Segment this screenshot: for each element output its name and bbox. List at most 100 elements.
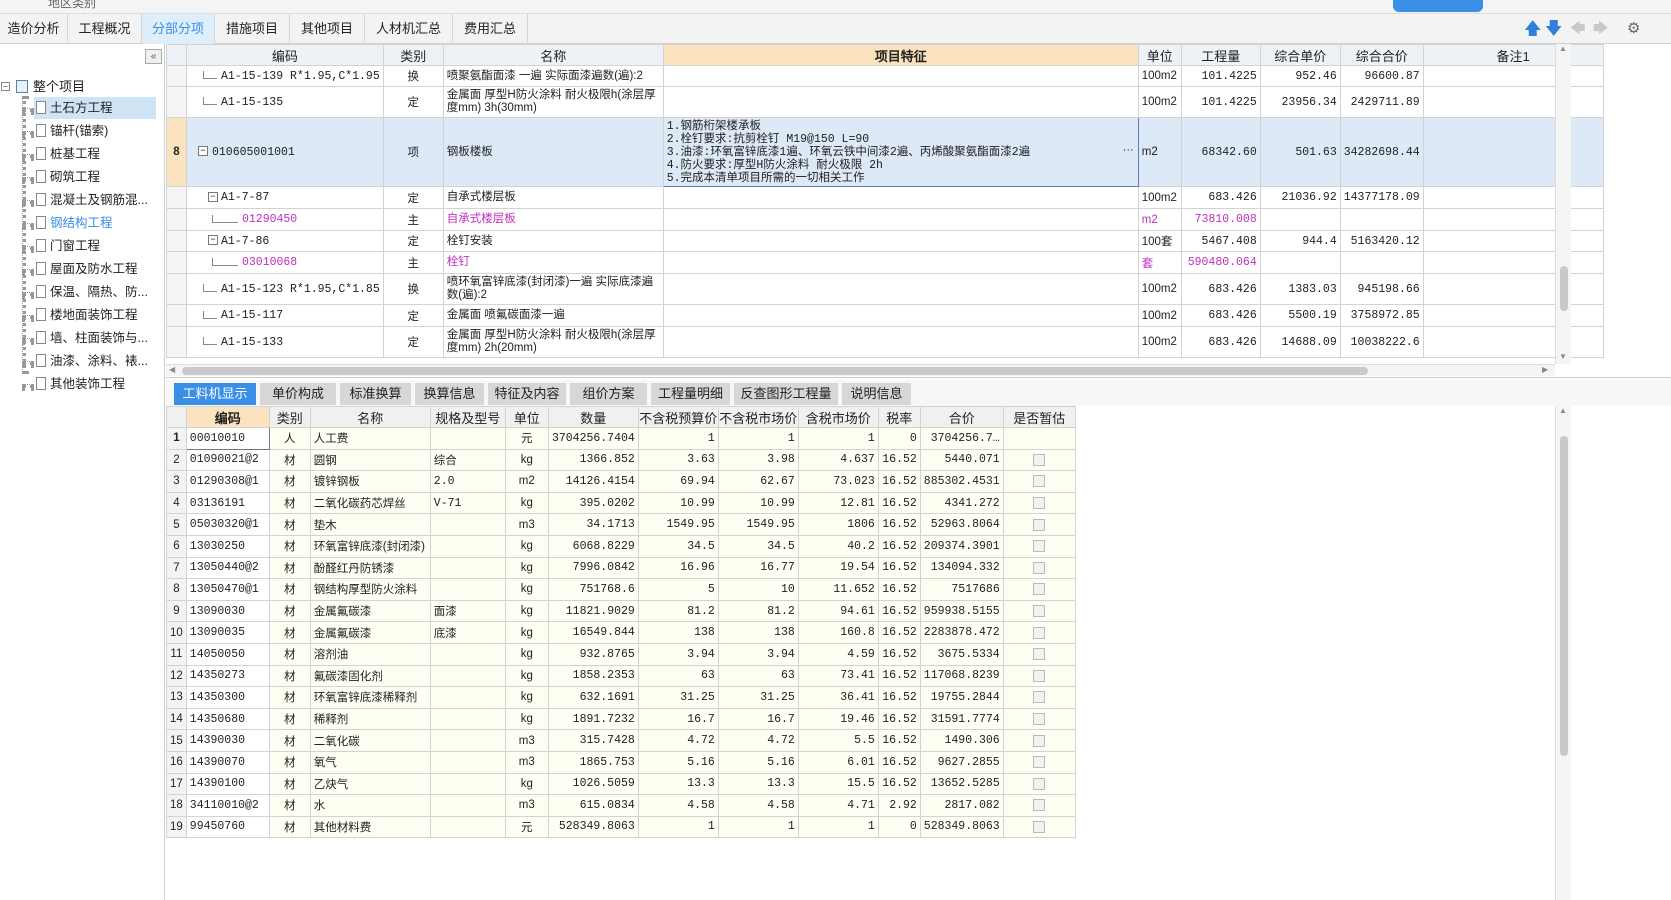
amount-cell[interactable]: 134094.332 xyxy=(919,556,1004,580)
amount-cell[interactable]: 3675.5334 xyxy=(919,642,1004,666)
feature-cell[interactable] xyxy=(662,186,1139,209)
unit-cell[interactable]: 100m2 xyxy=(1137,326,1182,358)
tax-market-price-cell[interactable]: 73.41 xyxy=(797,664,879,688)
unit-cell[interactable]: kg xyxy=(504,642,549,666)
tax-rate-cell[interactable]: 16.52 xyxy=(877,707,921,731)
provisional-cell[interactable] xyxy=(1002,686,1076,709)
amount-cell[interactable]: 209374.3901 xyxy=(919,534,1004,558)
main-tab[interactable]: 其他项目 xyxy=(290,14,365,44)
item-table-vertical-scrollbar[interactable]: ▲ ▼ xyxy=(1555,44,1571,364)
amount-cell[interactable]: 2817.082 xyxy=(919,794,1004,817)
column-header[interactable]: 综合合价 xyxy=(1339,44,1424,66)
market-price-cell[interactable]: 5.16 xyxy=(717,750,799,774)
tax-market-price-cell[interactable]: 160.8 xyxy=(797,621,879,644)
spec-cell[interactable]: 面漆 xyxy=(429,599,506,623)
provisional-checkbox[interactable] xyxy=(1033,691,1046,704)
spec-cell[interactable] xyxy=(429,664,506,688)
name-cell[interactable]: 钢板楼板 xyxy=(442,117,664,187)
unit-cell[interactable]: m3 xyxy=(504,794,549,817)
amount-cell[interactable]: 2283878.472 xyxy=(919,621,1004,644)
name-cell[interactable]: 圆钢 xyxy=(309,448,431,472)
quantity-cell[interactable]: 528349.8063 xyxy=(547,815,639,839)
amount-cell[interactable]: 19755.2844 xyxy=(919,686,1004,709)
market-price-cell[interactable]: 63 xyxy=(717,664,799,688)
quota-row[interactable]: A1-15-135 定金属面 厚型H防火涂料 耐火极限h(涂层厚度mm) 3h(3… xyxy=(166,86,1604,118)
provisional-checkbox[interactable] xyxy=(1033,820,1046,833)
type-cell[interactable]: 人 xyxy=(268,427,311,450)
provisional-checkbox[interactable] xyxy=(1033,518,1046,531)
main-tab[interactable]: 工程概况 xyxy=(68,14,142,44)
code-cell[interactable]: 34110010@2 xyxy=(185,794,270,817)
unit-cell[interactable]: kg xyxy=(504,707,549,731)
type-cell[interactable]: 定 xyxy=(382,86,444,118)
tax-rate-cell[interactable]: 16.52 xyxy=(877,578,921,601)
resource-row[interactable]: 6 13030250 材环氧富锌底漆(封闭漆) kg 6068.8229 34.5 34.5… xyxy=(166,534,1076,558)
tax-rate-cell[interactable]: 16.52 xyxy=(877,599,921,623)
provisional-checkbox[interactable] xyxy=(1033,475,1046,488)
arrow-up-icon[interactable]: 🡅 xyxy=(1524,20,1541,38)
scroll-thumb[interactable] xyxy=(1560,266,1568,311)
quantity-cell[interactable]: 101.4225 xyxy=(1180,86,1261,118)
provisional-checkbox[interactable] xyxy=(1033,799,1046,812)
name-cell[interactable]: 栓钉安装 xyxy=(442,230,664,252)
name-cell[interactable]: 二氧化碳药芯焊丝 xyxy=(309,491,431,515)
column-header[interactable]: 数量 xyxy=(547,406,639,428)
tree-item[interactable]: 油漆、涂料、裱... xyxy=(22,350,148,372)
tax-rate-cell[interactable]: 0 xyxy=(877,815,921,839)
code-cell[interactable]: A1-15-139 R*1.95,C*1.95 xyxy=(186,65,384,87)
code-cell[interactable]: 14390030 xyxy=(185,729,270,752)
unit-cell[interactable]: 100m2 xyxy=(1137,186,1182,209)
feature-cell[interactable] xyxy=(662,230,1139,252)
budget-price-cell[interactable]: 16.7 xyxy=(637,707,719,731)
unit-price-cell[interactable]: 944.4 xyxy=(1259,230,1341,252)
feature-cell[interactable] xyxy=(662,273,1139,305)
feature-cell[interactable] xyxy=(662,208,1139,231)
tree-item[interactable]: 砌筑工程 xyxy=(22,166,100,188)
scroll-up-icon[interactable]: ▲ xyxy=(1559,406,1567,415)
unit-cell[interactable]: kg xyxy=(504,664,549,688)
tax-market-price-cell[interactable]: 6.01 xyxy=(797,750,879,774)
spec-cell[interactable] xyxy=(429,794,506,817)
resource-row[interactable]: 13 14350300 材环氧富锌底漆稀释剂 kg 632.1691 31.25 31.25… xyxy=(166,686,1076,709)
column-header[interactable]: 单位 xyxy=(504,406,549,428)
tax-market-price-cell[interactable]: 36.41 xyxy=(797,686,879,709)
unit-cell[interactable]: 元 xyxy=(504,815,549,839)
code-cell[interactable]: 13090030 xyxy=(185,599,270,623)
spec-cell[interactable]: 底漆 xyxy=(429,621,506,644)
unit-cell[interactable]: kg xyxy=(504,534,549,558)
name-cell[interactable]: 金属面 厚型H防火涂料 耐火极限h(涂层厚度mm) 2h(20mm) xyxy=(442,326,664,358)
type-cell[interactable]: 材 xyxy=(268,794,311,817)
spec-cell[interactable] xyxy=(429,707,506,731)
column-header[interactable]: 综合单价 xyxy=(1259,44,1341,66)
budget-price-cell[interactable]: 138 xyxy=(637,621,719,644)
tax-market-price-cell[interactable]: 4.71 xyxy=(797,794,879,817)
tax-rate-cell[interactable]: 16.52 xyxy=(877,470,921,493)
type-cell[interactable]: 材 xyxy=(268,621,311,644)
quantity-cell[interactable]: 683.426 xyxy=(1180,273,1261,305)
column-header[interactable]: 工程量 xyxy=(1180,44,1261,66)
quantity-cell[interactable]: 751768.6 xyxy=(547,578,639,601)
column-header[interactable]: 类别 xyxy=(382,44,444,66)
tree-item[interactable]: 锚杆(锚索) xyxy=(22,120,108,142)
quantity-cell[interactable]: 34.1713 xyxy=(547,513,639,536)
resource-table-vertical-scrollbar[interactable]: ▲ xyxy=(1555,406,1571,900)
type-cell[interactable]: 材 xyxy=(268,491,311,515)
quantity-cell[interactable]: 1891.7232 xyxy=(547,707,639,731)
tree-collapse-icon[interactable]: − xyxy=(208,191,218,202)
name-cell[interactable]: 自承式楼层板 xyxy=(442,208,664,231)
provisional-cell[interactable] xyxy=(1002,556,1076,580)
amount-cell[interactable]: 4341.272 xyxy=(919,491,1004,515)
column-header[interactable]: 项目特征 xyxy=(662,44,1139,66)
note-cell[interactable] xyxy=(1422,326,1604,358)
tax-market-price-cell[interactable]: 4.637 xyxy=(797,448,879,472)
tax-market-price-cell[interactable]: 12.81 xyxy=(797,491,879,515)
provisional-checkbox[interactable] xyxy=(1033,648,1046,661)
code-cell[interactable]: A1-15-123 R*1.95,C*1.85 xyxy=(186,273,384,305)
main-tab[interactable]: 费用汇总 xyxy=(453,14,528,44)
market-price-cell[interactable]: 4.58 xyxy=(717,794,799,817)
tree-item[interactable]: 屋面及防水工程 xyxy=(22,258,138,280)
code-cell[interactable]: 14390100 xyxy=(185,772,270,796)
column-header[interactable]: 名称 xyxy=(309,406,431,428)
unit-cell[interactable]: 100m2 xyxy=(1137,273,1182,305)
type-cell[interactable]: 材 xyxy=(268,815,311,839)
